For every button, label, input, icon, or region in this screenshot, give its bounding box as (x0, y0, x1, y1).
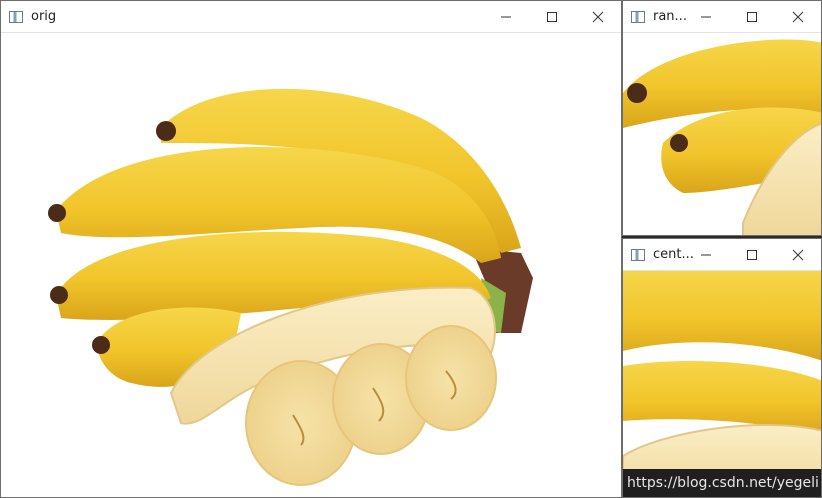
banana-center-image (623, 271, 821, 497)
orig-titlebar[interactable]: orig (1, 1, 621, 33)
orig-image (1, 33, 621, 497)
close-icon[interactable] (775, 1, 821, 32)
random-window-controls (683, 1, 821, 32)
minimize-icon[interactable] (683, 1, 729, 32)
app-icon (631, 248, 645, 261)
orig-window[interactable]: orig (0, 0, 622, 498)
minimize-icon[interactable] (683, 239, 729, 270)
close-icon[interactable] (775, 239, 821, 270)
maximize-icon[interactable] (529, 1, 575, 32)
watermark-text: https://blog.csdn.net/yegeli (623, 469, 821, 497)
minimize-icon[interactable] (483, 1, 529, 32)
center-window-controls (683, 239, 821, 270)
orig-title: orig (31, 9, 57, 24)
app-icon (631, 10, 645, 23)
random-window[interactable]: ran... (622, 0, 822, 236)
center-crop-image: https://blog.csdn.net/yegeli (623, 271, 821, 497)
maximize-icon[interactable] (729, 1, 775, 32)
center-window[interactable]: cent... https://blog.csdn.net/yegeli (622, 238, 822, 498)
app-icon (9, 10, 23, 23)
random-crop-image (623, 33, 821, 235)
random-title: ran... (653, 9, 687, 24)
center-titlebar[interactable]: cent... (623, 239, 821, 271)
orig-window-controls (483, 1, 621, 32)
banana-crop-image (623, 33, 821, 235)
maximize-icon[interactable] (729, 239, 775, 270)
banana-image (1, 33, 621, 497)
random-titlebar[interactable]: ran... (623, 1, 821, 33)
close-icon[interactable] (575, 1, 621, 32)
